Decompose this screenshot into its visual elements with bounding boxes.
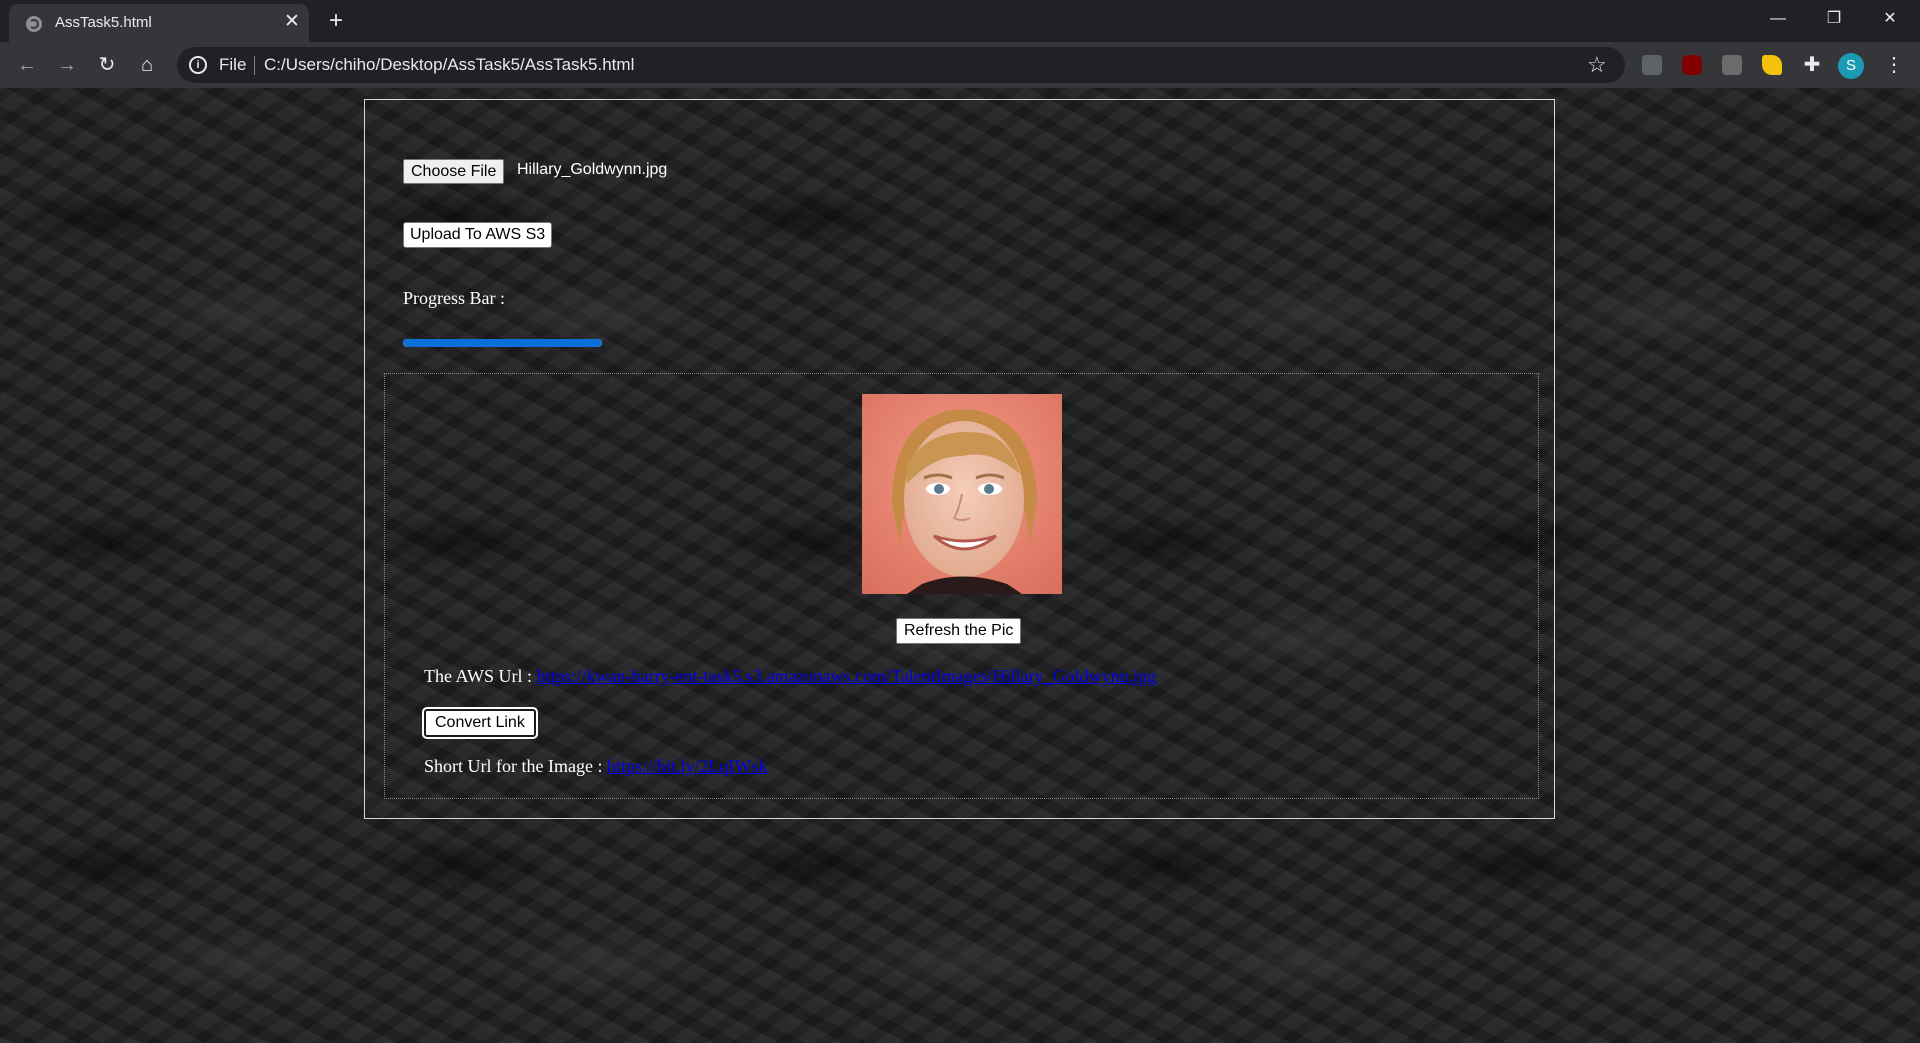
ublock-icon[interactable]: [1682, 55, 1702, 75]
minimize-button[interactable]: —: [1750, 0, 1806, 38]
address-bar[interactable]: i File C:/Users/chiho/Desktop/AssTask5/A…: [177, 47, 1625, 83]
globe-icon: [26, 16, 42, 32]
aws-url-row: The AWS Url : https://kwan-harry-ent-tas…: [424, 666, 1156, 687]
progress-bar: [403, 339, 602, 347]
new-tab-button[interactable]: +: [322, 8, 350, 34]
restore-button[interactable]: ❐: [1806, 0, 1862, 38]
uploaded-image: [862, 394, 1062, 594]
progress-fill: [403, 339, 602, 347]
short-url-link[interactable]: https://bit.ly/2LqIWsk: [607, 756, 768, 776]
short-url-label: Short Url for the Image :: [424, 756, 603, 776]
feedback-extension-icon[interactable]: [1762, 55, 1782, 75]
upload-s3-button[interactable]: Upload To AWS S3: [403, 222, 553, 248]
forward-button[interactable]: →: [52, 50, 82, 80]
selected-file-name: Hillary_Goldwynn.jpg: [517, 161, 668, 178]
profile-avatar[interactable]: S: [1838, 53, 1864, 79]
menu-dots-icon[interactable]: ⋮: [1884, 51, 1904, 79]
short-url-row: Short Url for the Image : https://bit.ly…: [424, 756, 767, 777]
extension-icon[interactable]: [1722, 55, 1742, 75]
tab-title: AssTask5.html: [55, 14, 152, 31]
reload-button[interactable]: ↻: [92, 50, 122, 80]
close-window-button[interactable]: ✕: [1862, 0, 1918, 38]
aws-url-link[interactable]: https://kwan-harry-ent-task5.s3.amazonaw…: [537, 666, 1157, 686]
choose-file-button[interactable]: Choose File: [403, 159, 505, 184]
progress-label: Progress Bar :: [403, 288, 505, 308]
bookmark-star-icon[interactable]: ☆: [1587, 51, 1607, 79]
convert-link-button[interactable]: Convert Link: [422, 707, 538, 739]
page-viewport: Choose File Hillary_Goldwynn.jpg Upload …: [0, 88, 1920, 1043]
home-button[interactable]: ⌂: [132, 50, 162, 80]
browser-tab-strip: AssTask5.html ✕ + — ❐ ✕: [0, 0, 1920, 42]
browser-tab[interactable]: AssTask5.html ✕: [9, 4, 309, 42]
tab-close-icon[interactable]: ✕: [281, 11, 303, 33]
refresh-pic-button[interactable]: Refresh the Pic: [896, 618, 1022, 644]
info-icon[interactable]: i: [189, 56, 207, 74]
divider: [254, 56, 255, 75]
scheme-label: File: [219, 55, 247, 74]
browser-toolbar: ← → ↻ ⌂ i File C:/Users/chiho/Desktop/As…: [0, 42, 1920, 88]
url-text[interactable]: C:/Users/chiho/Desktop/AssTask5/AssTask5…: [264, 55, 634, 75]
back-button[interactable]: ←: [12, 50, 42, 80]
pdf-extension-icon[interactable]: [1642, 55, 1662, 75]
aws-url-label: The AWS Url :: [424, 666, 533, 686]
puzzle-icon[interactable]: ✚: [1802, 55, 1822, 75]
